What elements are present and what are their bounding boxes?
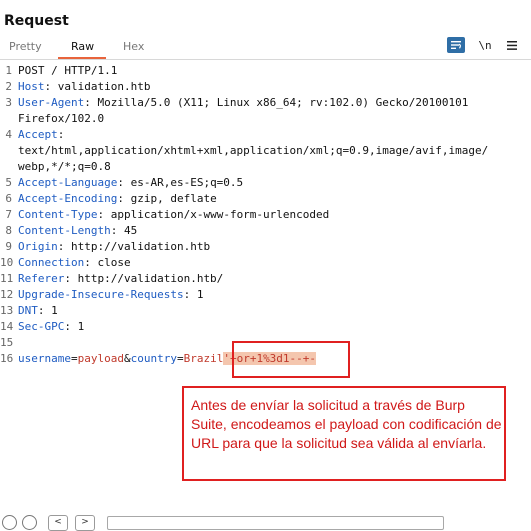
request-line: POST / HTTP/1.1 [18, 64, 118, 77]
annotation-text: Antes de envíar la solicitud a través de… [191, 397, 502, 451]
header-value: Mozilla/5.0 (X11; Linux x86_64; rv:102.0… [97, 96, 469, 109]
header-value-continued: text/html,application/xhtml+xml,applicat… [18, 144, 489, 157]
header-name: Accept-Language [18, 176, 118, 189]
header-name: Connection [18, 256, 85, 269]
tab-pretty[interactable]: Pretty [9, 40, 42, 53]
param-key: username [18, 352, 71, 365]
header-name: Origin [18, 240, 58, 253]
param-value: payload [77, 352, 124, 365]
newline-toggle[interactable]: \n [478, 37, 492, 53]
header-value: gzip, deflate [130, 192, 217, 205]
header-name: Accept-Encoding [18, 192, 118, 205]
header-value-continued: Firefox/102.0 [18, 112, 105, 125]
header-value: 1 [196, 288, 204, 301]
header-name: Referer [18, 272, 65, 285]
header-name: User-Agent [18, 96, 85, 109]
param-value: Brazil [183, 352, 224, 365]
header-value: es-AR,es-ES;q=0.5 [130, 176, 244, 189]
header-value: application/x-www-form-urlencoded [110, 208, 330, 221]
header-value: 45 [123, 224, 138, 237]
header-value-continued: webp,*/*;q=0.8 [18, 160, 111, 173]
text-wrap-icon[interactable] [447, 37, 465, 53]
search-input[interactable] [107, 516, 444, 530]
next-match-button[interactable]: > [75, 515, 95, 531]
tabs-divider [0, 59, 531, 60]
header-value: validation.htb [57, 80, 151, 93]
annotation-box: Antes de envíar la solicitud a través de… [182, 386, 506, 481]
header-value: http://validation.htb [71, 240, 211, 253]
header-value: 1 [77, 320, 85, 333]
hamburger-menu-icon[interactable] [505, 37, 519, 53]
header-value: http://validation.htb/ [77, 272, 224, 285]
header-name: Host [18, 80, 45, 93]
panel-title: Request [4, 13, 69, 29]
header-name: DNT [18, 304, 38, 317]
header-name: Content-Type [18, 208, 98, 221]
tab-raw[interactable]: Raw [71, 40, 94, 53]
header-name: Sec-GPC [18, 320, 65, 333]
header-name: Accept [18, 128, 58, 141]
prev-match-button[interactable]: < [48, 515, 68, 531]
param-key: country [130, 352, 177, 365]
header-name: Upgrade-Insecure-Requests [18, 288, 184, 301]
header-name: Content-Length [18, 224, 111, 237]
param-separator: & [123, 352, 131, 365]
payload-highlight-box [232, 341, 350, 378]
header-value: 1 [51, 304, 58, 317]
tab-hex[interactable]: Hex [123, 40, 144, 53]
bottom-toolbar: < > [0, 510, 531, 531]
header-value: close [97, 256, 131, 269]
